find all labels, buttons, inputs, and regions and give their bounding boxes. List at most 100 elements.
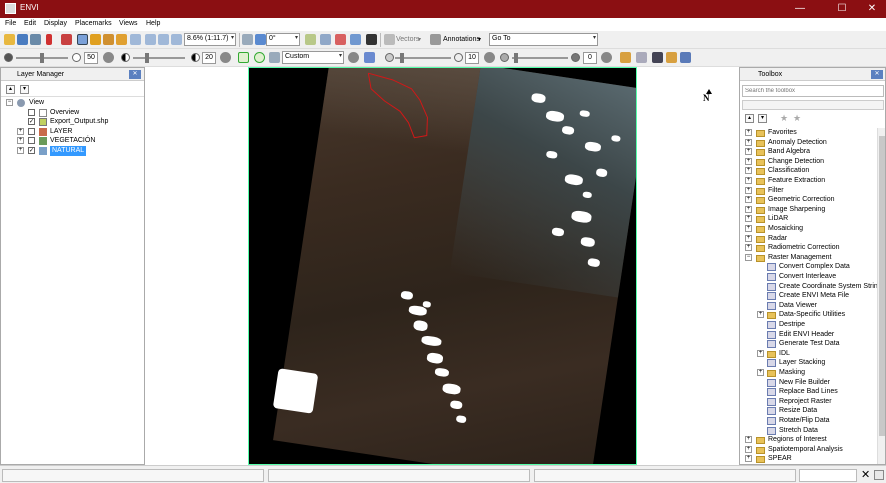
stretch-region-icon[interactable] xyxy=(254,52,265,63)
histogram-stretch-icon[interactable] xyxy=(364,52,375,63)
image-viewport[interactable] xyxy=(248,67,637,465)
toolbox-item[interactable]: Layer Stacking xyxy=(745,358,875,368)
toolbox-item[interactable]: Data Viewer xyxy=(745,301,875,311)
toolbox-expander-icon[interactable]: + xyxy=(757,369,764,376)
expand-all-icon[interactable]: ▴ xyxy=(6,85,15,94)
toolbox-item[interactable]: + Band Algebra xyxy=(745,147,875,157)
menu-edit[interactable]: Edit xyxy=(24,20,36,27)
placemark-icon[interactable] xyxy=(46,34,52,45)
toolbox-expander-icon[interactable]: + xyxy=(745,157,752,165)
spectral-icon[interactable] xyxy=(350,34,361,45)
overview-checkbox[interactable] xyxy=(28,109,35,116)
view-flicker-icon[interactable] xyxy=(652,52,663,63)
toolbox-item[interactable]: + Masking xyxy=(745,368,875,378)
toolbox-scrollbar[interactable] xyxy=(877,128,885,464)
toolbox-collapse-icon[interactable]: ▾ xyxy=(758,114,767,123)
zoom-combo[interactable]: 8.6% (1:11.7) ▾ xyxy=(184,33,236,46)
toolbox-item[interactable]: + Spatiotemporal Analysis xyxy=(745,445,875,455)
toolbox-item[interactable]: + Filter xyxy=(745,186,875,196)
histogram-icon[interactable] xyxy=(320,34,331,45)
band-selection-icon[interactable] xyxy=(620,52,631,63)
contrast-slider-knob[interactable] xyxy=(145,53,149,63)
toolbox-item[interactable]: + Change Detection xyxy=(745,157,875,167)
toolbox-item[interactable]: + Image Sharpening xyxy=(745,205,875,215)
select-icon[interactable] xyxy=(77,34,88,45)
minimize-button[interactable]: — xyxy=(786,0,814,18)
export-output-checkbox[interactable]: ✓ xyxy=(28,118,35,125)
toolbox-expander-icon[interactable]: − xyxy=(745,253,752,261)
natural-expander-icon[interactable]: + xyxy=(17,147,24,154)
rotate-right-icon[interactable] xyxy=(255,34,266,45)
menu-placemarks[interactable]: Placemarks xyxy=(75,20,112,27)
toolbox-item[interactable]: + Radar xyxy=(745,234,875,244)
unfavorite-star-icon[interactable]: ★ xyxy=(793,113,801,124)
toolbox-item[interactable]: Edit ENVI Header xyxy=(745,330,875,340)
toolbox-item[interactable]: Destripe xyxy=(745,320,875,330)
zoom-icon[interactable] xyxy=(130,34,141,45)
contrast-slider[interactable] xyxy=(133,57,185,59)
layer-tree-vegetacion[interactable]: + VEGETACIÓN xyxy=(6,136,136,146)
toolbox-expander-icon[interactable]: + xyxy=(745,215,752,223)
transparency-slider-knob[interactable] xyxy=(514,53,518,63)
toolbox-expander-icon[interactable]: + xyxy=(745,129,752,136)
toolbox-expander-icon[interactable]: + xyxy=(745,167,752,175)
toolbox-item[interactable]: + Anomaly Detection xyxy=(745,138,875,148)
toolbox-item[interactable]: Stretch Data xyxy=(745,426,875,436)
portal-icon[interactable] xyxy=(366,34,377,45)
toolbox-item[interactable]: Resize Data xyxy=(745,406,875,416)
toolbox-item[interactable]: Rotate/Flip Data xyxy=(745,416,875,426)
maximize-button[interactable]: ☐ xyxy=(828,0,856,18)
toolbox-item[interactable]: Convert Complex Data xyxy=(745,262,875,272)
menu-display[interactable]: Display xyxy=(44,20,67,27)
natural-checkbox[interactable]: ✓ xyxy=(28,147,35,154)
zoom-fit-icon[interactable] xyxy=(171,34,182,45)
toolbox-close-icon[interactable]: ✕ xyxy=(871,70,883,79)
reset-sharpen-icon[interactable] xyxy=(484,52,495,63)
toolbox-item[interactable]: + SPEAR xyxy=(745,454,875,464)
toolbox-item[interactable]: Reproject Raster xyxy=(745,397,875,407)
reset-transparency-icon[interactable] xyxy=(601,52,612,63)
process-manager-icon[interactable] xyxy=(874,470,884,480)
vegetacion-expander-icon[interactable]: + xyxy=(17,137,24,144)
toolbox-scrollbar-thumb[interactable] xyxy=(879,136,885,436)
layer-expander-icon[interactable]: + xyxy=(17,128,24,135)
toolbox-item[interactable]: + Data-Specific Utilities xyxy=(745,310,875,320)
data-manager-icon[interactable] xyxy=(17,34,28,45)
toolbox-item[interactable]: + Radiometric Correction xyxy=(745,243,875,253)
toolbox-item[interactable]: Create ENVI Meta File xyxy=(745,291,875,301)
toolbox-expander-icon[interactable]: + xyxy=(745,186,752,194)
stretch-combo[interactable]: Custom ▾ xyxy=(282,51,344,64)
toolbox-item[interactable]: + Geometric Correction xyxy=(745,195,875,205)
rotate-left-icon[interactable] xyxy=(242,34,253,45)
contrast-value[interactable]: 20 xyxy=(202,52,216,64)
toolbox-item[interactable]: − Raster Management xyxy=(745,253,875,263)
transparency-value[interactable]: 0 xyxy=(583,52,597,64)
view-swipe-icon[interactable] xyxy=(666,52,677,63)
stretch-type-icon[interactable] xyxy=(269,52,280,63)
menu-views[interactable]: Views xyxy=(119,20,138,27)
toolbox-item[interactable]: + IDL xyxy=(745,349,875,359)
vectors-icon[interactable] xyxy=(384,34,395,45)
close-button[interactable]: ✕ xyxy=(858,0,886,18)
collapse-all-icon[interactable]: ▾ xyxy=(20,85,29,94)
toolbox-item[interactable]: New File Builder xyxy=(745,378,875,388)
fly-icon[interactable] xyxy=(103,34,114,45)
rotate-icon[interactable] xyxy=(116,34,127,45)
stretch-icon[interactable] xyxy=(238,52,249,63)
toolbox-expander-icon[interactable]: + xyxy=(745,445,752,453)
toolbox-item[interactable]: + LiDAR xyxy=(745,214,875,224)
goto-combo[interactable]: Go To ▾ xyxy=(489,33,598,46)
brightness-value[interactable]: 50 xyxy=(84,52,98,64)
toolbox-item[interactable]: + Favorites xyxy=(745,128,875,138)
toolbox-expander-icon[interactable]: + xyxy=(745,138,752,146)
toolbox-expander-icon[interactable]: + xyxy=(745,234,752,242)
layer-manager-close-icon[interactable]: ✕ xyxy=(129,70,141,79)
aoi-polygon[interactable] xyxy=(354,68,443,149)
reset-brightness-icon[interactable] xyxy=(103,52,114,63)
sharpen-slider-knob[interactable] xyxy=(400,53,404,63)
chart-icon[interactable] xyxy=(305,34,316,45)
toolbox-expander-icon[interactable]: + xyxy=(745,148,752,156)
toolbox-item[interactable]: Convert Interleave xyxy=(745,272,875,282)
open-icon[interactable] xyxy=(4,34,15,45)
toolbox-search-input[interactable] xyxy=(742,85,884,97)
